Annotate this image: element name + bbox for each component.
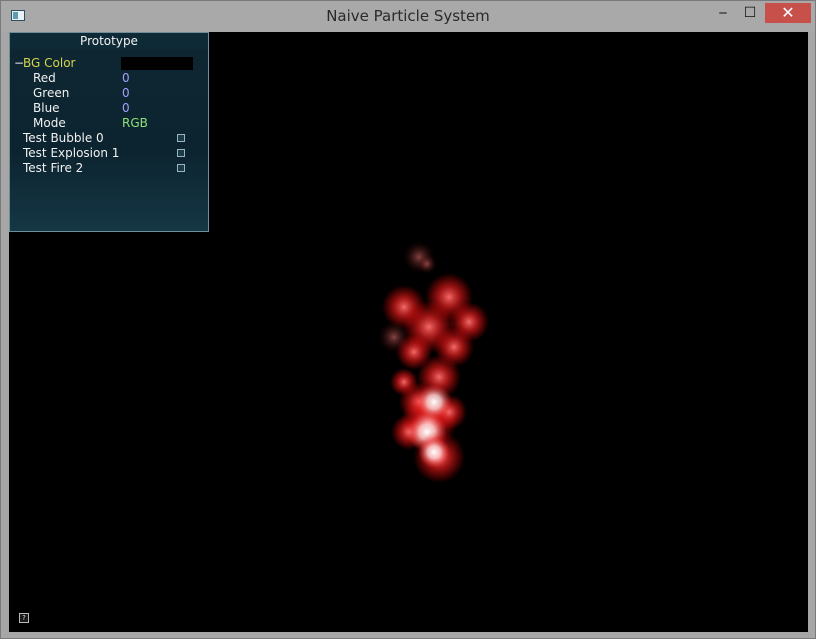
mode-value[interactable]: RGB xyxy=(122,116,148,131)
test-explosion-checkbox[interactable] xyxy=(177,149,185,157)
blue-field[interactable]: Blue 0 xyxy=(10,101,208,116)
maximize-button[interactable]: ☐ xyxy=(734,3,766,23)
bg-color-label: BG Color xyxy=(23,56,76,70)
test-fire-checkbox[interactable] xyxy=(177,164,185,172)
green-label: Green xyxy=(33,86,70,100)
blue-value[interactable]: 0 xyxy=(122,101,130,116)
title-bar[interactable]: Naive Particle System ‒ ☐ ✕ xyxy=(1,1,815,32)
green-field[interactable]: Green 0 xyxy=(10,86,208,101)
render-viewport[interactable]: Prototype − BG Color Red 0 Green 0 Blue … xyxy=(9,32,808,632)
bg-color-group[interactable]: − BG Color xyxy=(10,56,208,71)
particle xyxy=(418,436,450,468)
bg-color-swatch[interactable] xyxy=(121,57,193,70)
test-explosion-label: Test Explosion 1 xyxy=(23,146,120,160)
test-bubble-checkbox[interactable] xyxy=(177,134,185,142)
panel-title: Prototype xyxy=(10,33,208,49)
mode-field[interactable]: Mode RGB xyxy=(10,116,208,131)
blue-label: Blue xyxy=(33,101,60,115)
red-label: Red xyxy=(33,71,56,85)
test-explosion-row[interactable]: Test Explosion 1 xyxy=(10,146,208,161)
help-icon[interactable]: ? xyxy=(19,613,29,623)
particle xyxy=(417,254,437,274)
test-fire-label: Test Fire 2 xyxy=(23,161,84,175)
test-bubble-row[interactable]: Test Bubble 0 xyxy=(10,131,208,146)
test-fire-row[interactable]: Test Fire 2 xyxy=(10,161,208,176)
red-value[interactable]: 0 xyxy=(122,71,130,86)
window-title: Naive Particle System xyxy=(326,7,490,25)
red-field[interactable]: Red 0 xyxy=(10,71,208,86)
mode-label: Mode xyxy=(33,116,66,130)
close-button[interactable]: ✕ xyxy=(765,3,811,23)
app-window: Naive Particle System ‒ ☐ ✕ Prototype − … xyxy=(0,0,816,639)
prototype-panel[interactable]: Prototype − BG Color Red 0 Green 0 Blue … xyxy=(9,32,209,232)
green-value[interactable]: 0 xyxy=(122,86,130,101)
test-bubble-label: Test Bubble 0 xyxy=(23,131,104,145)
particle-cluster xyxy=(378,241,489,483)
